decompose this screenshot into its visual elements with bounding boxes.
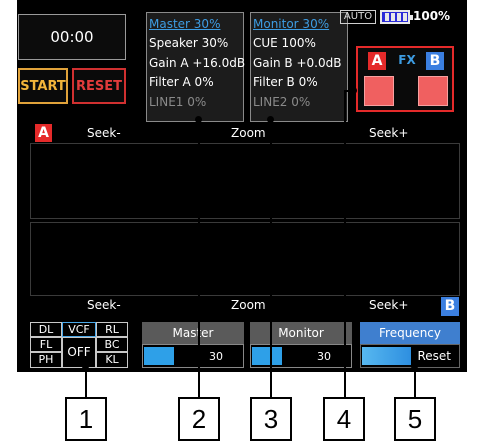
fx-b-tag: B [426,52,444,70]
frequency-reset-button[interactable]: Reset [417,349,451,363]
line2-value: LINE2 0% [253,94,311,109]
auto-badge[interactable]: AUTO [340,10,376,24]
deck-a-zoom[interactable]: Zoom [231,126,266,140]
filter-a-value: Filter A 0% [149,75,214,89]
start-button[interactable]: START [18,68,68,104]
callout-2: 2 [178,397,220,441]
effect-off[interactable]: OFF [62,337,96,368]
battery-percent: 100% [413,9,451,23]
timer-display: 00:00 [18,14,126,60]
callout-3-leader [270,119,272,398]
filter-b-value: Filter B 0% [253,75,318,89]
callout-5-leader [414,368,416,398]
effect-kl[interactable]: KL [96,352,128,368]
frequency-label: Frequency [360,322,460,344]
deck-a-seek-minus[interactable]: Seek- [87,126,121,140]
deck-b-seek-plus[interactable]: Seek+ [369,298,408,312]
effect-vcf[interactable]: VCF [62,322,96,337]
callout-3: 3 [250,397,292,441]
fx-a-tag: A [368,52,386,70]
reset-button[interactable]: RESET [72,68,126,104]
speaker-level: Speaker 30% [149,36,229,50]
fx-panel: A FX B [356,46,454,112]
monitor-fader-fill [252,347,282,365]
gain-b-value: Gain B +0.0dB [253,55,342,70]
callout-2-leader [198,119,200,398]
deck-b-seek-minus[interactable]: Seek- [87,298,121,312]
master-fader-value: 30 [209,350,223,363]
master-fader-label: Master [142,322,244,344]
callout-4: 4 [323,397,365,441]
callout-4-leader [344,90,346,398]
deck-b-tag: B [441,297,459,316]
monitor-fader[interactable]: 30 [250,344,352,368]
callout-1: 1 [65,397,107,441]
deck-a-seek-plus[interactable]: Seek+ [369,126,408,140]
frequency-fill [362,347,411,365]
monitor-level-link[interactable]: Monitor 30% [253,15,345,34]
master-level-link[interactable]: Master 30% [149,15,241,34]
deck-a-waveform[interactable] [30,143,460,219]
callout-1-leader [85,368,87,398]
cue-level: CUE 100% [253,36,316,50]
fx-pad-b[interactable] [418,76,448,106]
battery-icon [380,10,413,24]
effect-ph[interactable]: PH [30,352,62,368]
master-fader-fill [144,347,174,365]
master-panel[interactable]: Master 30% Speaker 30% Gain A +16.0dB Fi… [146,12,246,122]
effect-selector: DL VCF RL FL PH OFF BC KL [30,322,128,370]
monitor-panel[interactable]: Monitor 30% CUE 100% Gain B +0.0dB Filte… [250,12,348,122]
effect-bc[interactable]: BC [96,337,128,352]
deck-b-waveform[interactable] [30,222,460,296]
deck-a-tag: A [35,124,52,142]
effect-rl[interactable]: RL [96,322,128,337]
gain-a-value: Gain A +16.0dB [149,55,246,70]
frequency-slider[interactable]: Reset [360,344,460,368]
fx-pad-a[interactable] [364,76,394,106]
monitor-fader-value: 30 [317,350,331,363]
deck-b-zoom[interactable]: Zoom [231,298,266,312]
monitor-fader-label: Monitor [250,322,352,344]
callout-5: 5 [394,397,436,441]
effect-fl[interactable]: FL [30,337,62,352]
master-fader[interactable]: 30 [142,344,244,368]
fx-label: FX [398,53,416,67]
line1-value: LINE1 0% [149,94,207,109]
effect-dl[interactable]: DL [30,322,62,337]
